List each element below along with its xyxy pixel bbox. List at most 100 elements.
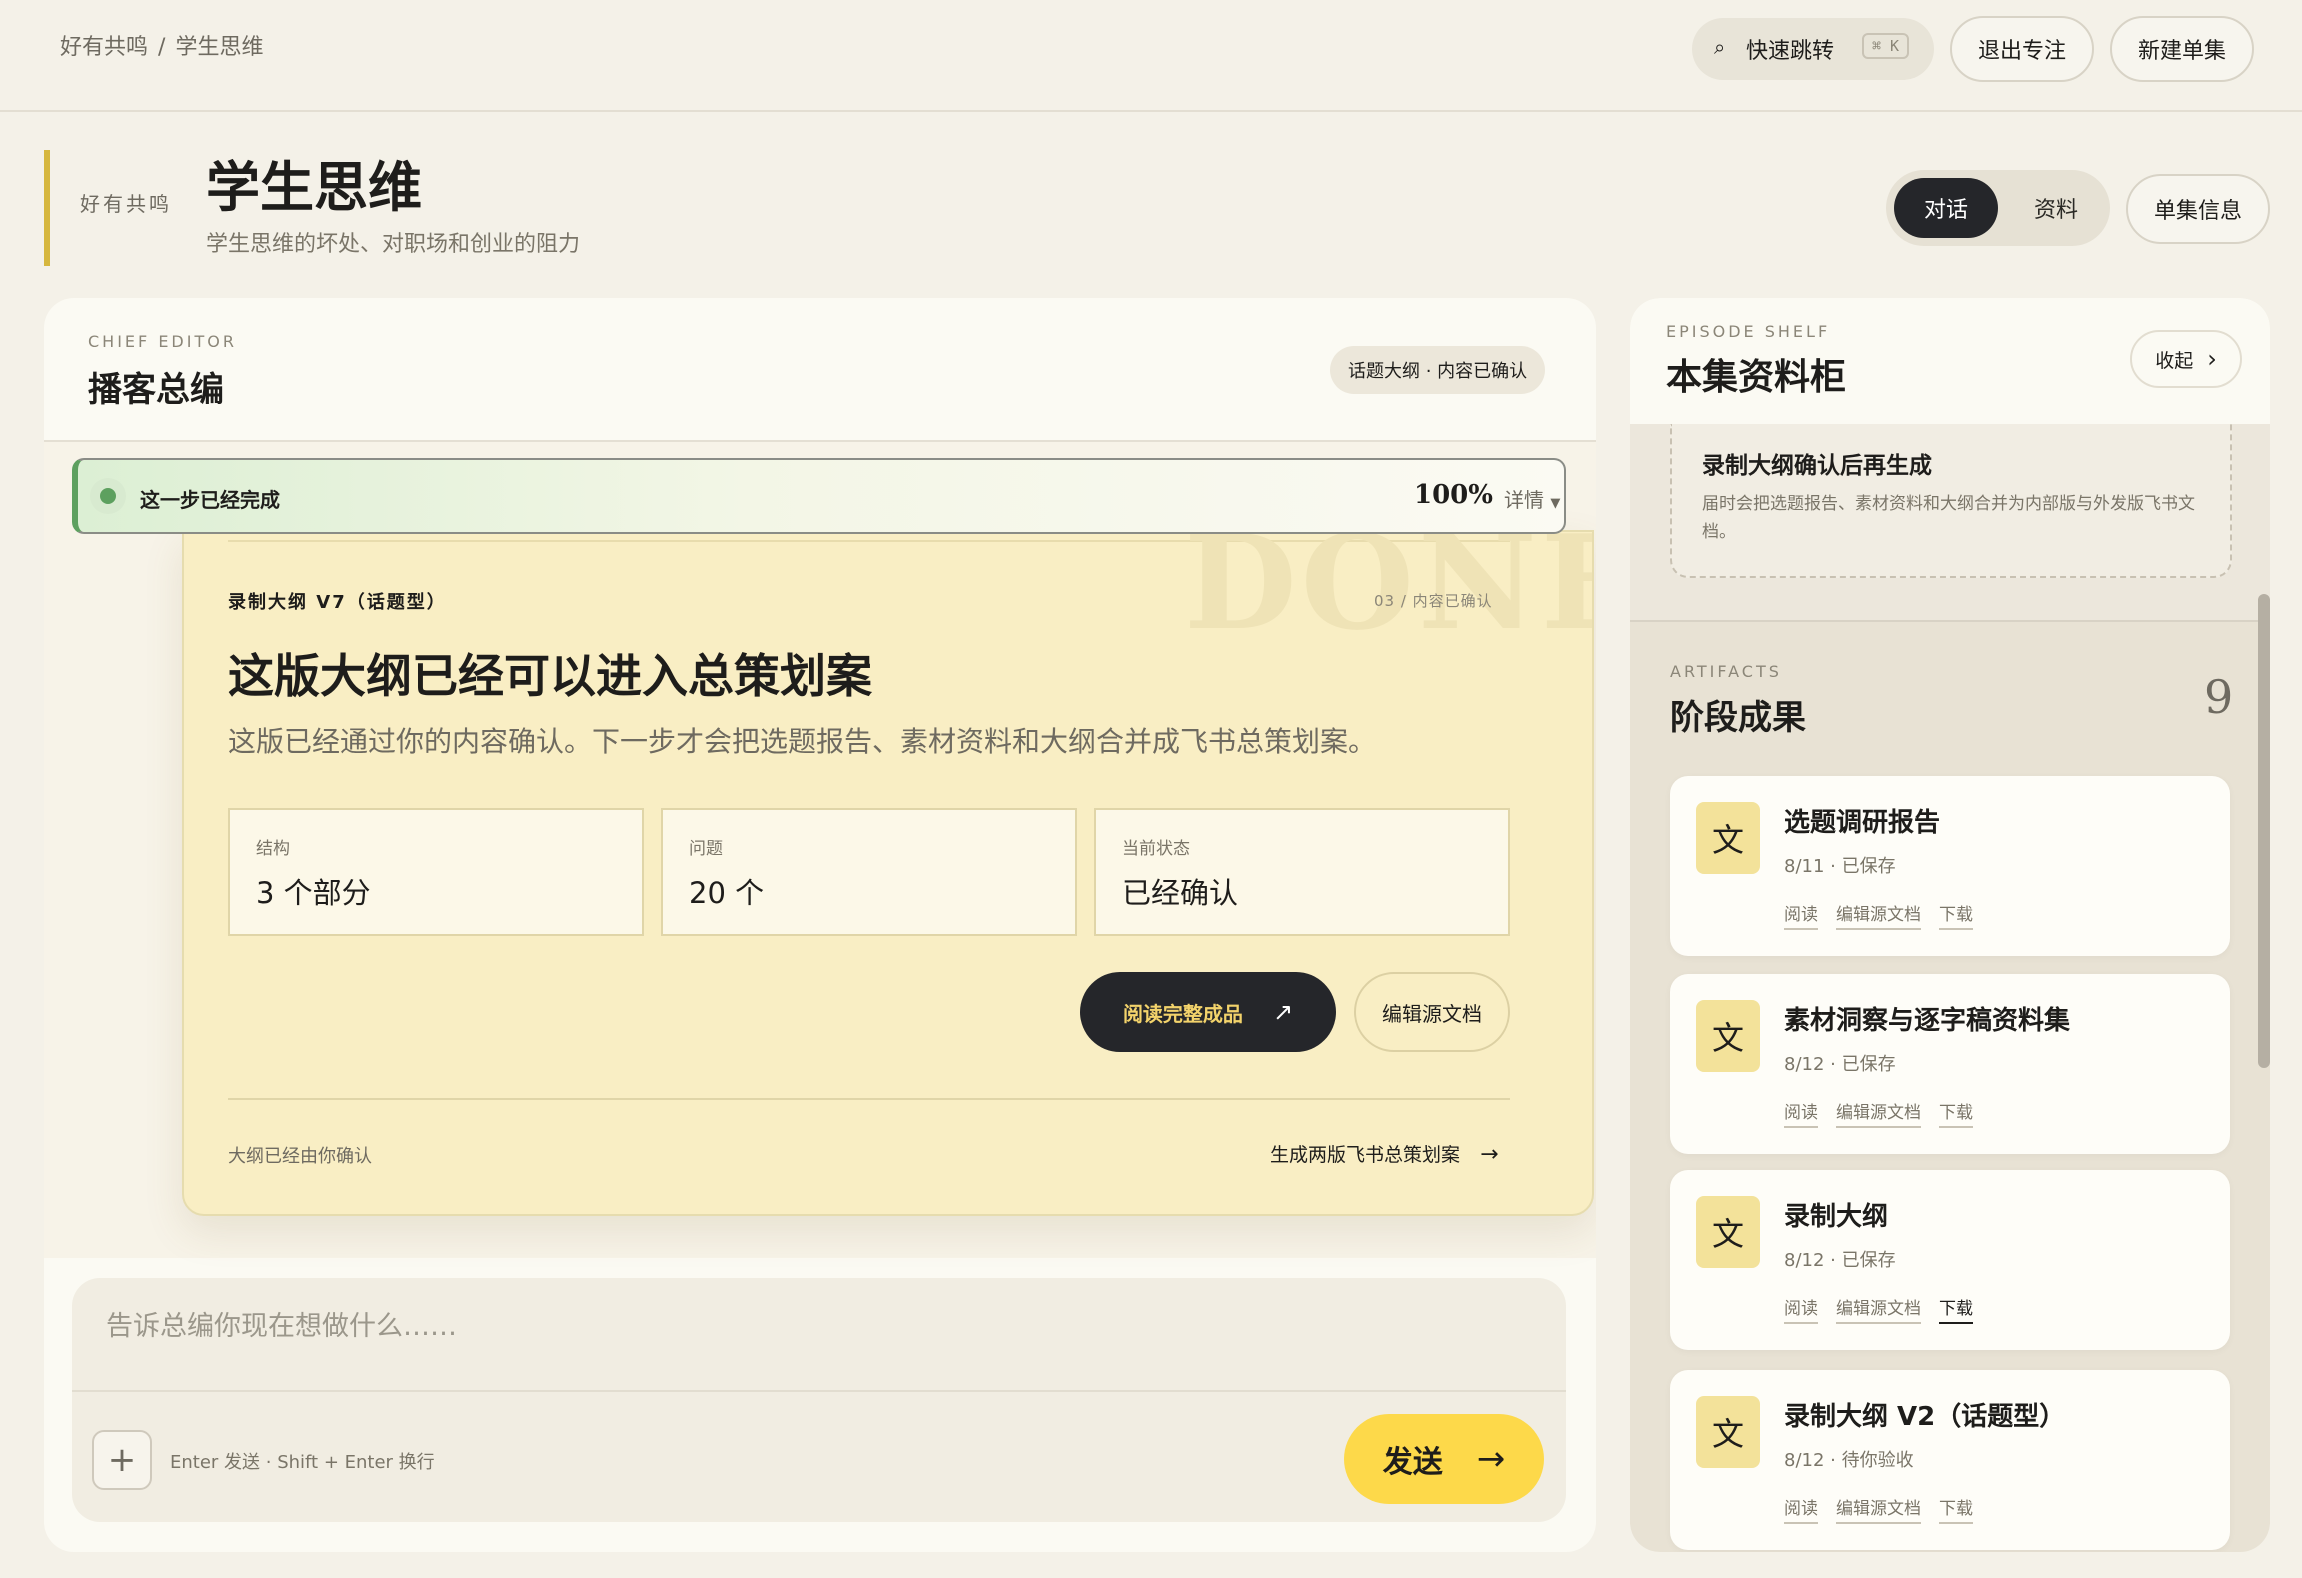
stat-label: 问题 (689, 839, 723, 859)
read-link[interactable]: 阅读 (1784, 900, 1818, 930)
exit-focus-button[interactable]: 退出专注 (1950, 16, 2094, 82)
divider (72, 1390, 1566, 1392)
search-icon: ⌕ (1714, 35, 1726, 59)
edit-source-link[interactable]: 编辑源文档 (1836, 1494, 1921, 1524)
stat-label: 当前状态 (1122, 839, 1190, 859)
artifact-title: 录制大纲 (1784, 1202, 1889, 1232)
card-label: 录制大纲 V7（话题型） (228, 592, 447, 613)
editor-caption: CHIEF EDITOR (88, 332, 237, 351)
page-title: 学生思维 (206, 156, 422, 219)
edit-source-link[interactable]: 编辑源文档 (1836, 1098, 1921, 1128)
artifact-card[interactable]: 文 素材洞察与逐字稿资料集 8/12 · 已保存 阅读 编辑源文档 下载 (1670, 974, 2230, 1154)
show-name: 好有共鸣 (80, 192, 172, 216)
new-episode-button[interactable]: 新建单集 (2110, 16, 2254, 82)
download-link[interactable]: 下载 (1939, 1494, 1973, 1524)
plus-icon: + (107, 1440, 137, 1480)
read-link[interactable]: 阅读 (1784, 1098, 1818, 1128)
artifact-actions: 阅读 编辑源文档 下载 (1784, 1494, 1973, 1524)
details-toggle[interactable]: 详情 ▼ (1504, 484, 1560, 513)
download-link[interactable]: 下载 (1939, 900, 1973, 930)
breadcrumb-parent[interactable]: 好有共鸣 (60, 35, 148, 60)
send-button[interactable]: 发送 → (1344, 1414, 1544, 1504)
episode-info-button[interactable]: 单集信息 (2126, 174, 2270, 244)
stat-questions: 问题 20 个 (661, 808, 1077, 936)
status-dot-icon (100, 488, 116, 504)
artifact-actions: 阅读 编辑源文档 下载 (1784, 1098, 1973, 1128)
artifact-meta: 8/12 · 已保存 (1784, 1250, 1896, 1271)
artifact-card[interactable]: 文 录制大纲 V2（话题型） 8/12 · 待你验收 阅读 编辑源文档 下载 (1670, 1370, 2230, 1550)
progress-text: 这一步已经完成 (140, 488, 280, 512)
add-attachment-button[interactable]: + (92, 1430, 152, 1490)
read-full-label: 阅读完整成品 (1122, 1001, 1243, 1026)
edit-source-button[interactable]: 编辑源文档 (1354, 972, 1510, 1052)
tab-materials[interactable]: 资料 (2008, 178, 2104, 238)
download-link[interactable]: 下载 (1939, 1294, 1973, 1324)
stat-label: 结构 (256, 839, 290, 859)
pending-description: 届时会把选题报告、素材资料和大纲合并为内部版与外发版飞书文档。 (1702, 494, 2195, 542)
view-toggle: 对话 资料 (1886, 170, 2110, 246)
shelf-title: 本集资料柜 (1666, 357, 1847, 398)
stat-value: 3 个部分 (256, 876, 371, 910)
generate-plan-label: 生成两版飞书总策划案 (1270, 1144, 1461, 1166)
document-icon: 文 (1696, 1000, 1760, 1072)
card-meta: 03 / 内容已确认 (1374, 592, 1493, 610)
breadcrumb: 好有共鸣 / 学生思维 (60, 32, 263, 64)
collapse-label: 收起 (2155, 349, 2194, 372)
composer: + Enter 发送 · Shift + Enter 换行 发送 → (72, 1278, 1566, 1522)
episode-shelf-panel: EPISODE SHELF 本集资料柜 收起 › 录制大纲确认后再生成 届时会把… (1630, 298, 2270, 1552)
quick-jump-label: 快速跳转 (1746, 39, 1835, 64)
stat-status: 当前状态 已经确认 (1094, 808, 1510, 936)
artifacts-caption: ARTIFACTS (1670, 662, 1782, 681)
artifact-title: 录制大纲 V2（话题型） (1784, 1402, 2066, 1432)
shortcut-hint: ⌘ K (1862, 33, 1910, 59)
artifact-meta: 8/12 · 已保存 (1784, 1054, 1896, 1075)
read-full-button[interactable]: 阅读完整成品 ↗ (1080, 972, 1336, 1052)
arrow-right-icon: → (1480, 1142, 1499, 1167)
scrollbar[interactable] (2258, 594, 2270, 1068)
details-label: 详情 (1504, 488, 1544, 512)
keyboard-hint: Enter 发送 · Shift + Enter 换行 (170, 1452, 435, 1473)
artifact-card[interactable]: 文 选题调研报告 8/11 · 已保存 阅读 编辑源文档 下载 (1670, 776, 2230, 956)
shelf-header: EPISODE SHELF 本集资料柜 收起 › (1630, 298, 2270, 424)
pending-title: 录制大纲确认后再生成 (1702, 453, 1932, 479)
stat-structure: 结构 3 个部分 (228, 808, 644, 936)
read-link[interactable]: 阅读 (1784, 1494, 1818, 1524)
chevron-right-icon: › (2207, 345, 2217, 373)
step-progress: 这一步已经完成 100% 详情 ▼ (72, 458, 1566, 534)
tab-chat[interactable]: 对话 (1894, 178, 1998, 238)
document-icon: 文 (1696, 1196, 1760, 1268)
download-link[interactable]: 下载 (1939, 1098, 1973, 1128)
artifacts-count: 9 (2204, 670, 2234, 724)
edit-source-link[interactable]: 编辑源文档 (1836, 900, 1921, 930)
artifact-meta: 8/12 · 待你验收 (1784, 1450, 1914, 1471)
stat-value: 已经确认 (1122, 876, 1239, 910)
read-link[interactable]: 阅读 (1784, 1294, 1818, 1324)
collapse-button[interactable]: 收起 › (2130, 330, 2242, 388)
outline-result-card: DONE 录制大纲 V7（话题型） 03 / 内容已确认 这版大纲已经可以进入总… (182, 530, 1594, 1216)
edit-source-link[interactable]: 编辑源文档 (1836, 1294, 1921, 1324)
pending-section: 录制大纲确认后再生成 届时会把选题报告、素材资料和大纲合并为内部版与外发版飞书文… (1630, 424, 2270, 620)
stat-value: 20 个 (689, 876, 765, 910)
artifact-card[interactable]: 文 录制大纲 8/12 · 已保存 阅读 编辑源文档 下载 (1670, 1170, 2230, 1350)
divider (228, 1098, 1510, 1100)
chat-panel: CHIEF EDITOR 播客总编 话题大纲 · 内容已确认 这一步已经完成 1… (44, 298, 1596, 1552)
shelf-caption: EPISODE SHELF (1666, 322, 1831, 341)
top-bar: 好有共鸣 / 学生思维 ⌕ 快速跳转 ⌘ K 退出专注 新建单集 (0, 0, 2302, 112)
breadcrumb-separator: / (158, 35, 166, 60)
message-input[interactable] (106, 1304, 1526, 1364)
artifact-actions: 阅读 编辑源文档 下载 (1784, 1294, 1973, 1324)
confirmed-note: 大纲已经由你确认 (228, 1146, 372, 1167)
pending-placeholder: 录制大纲确认后再生成 届时会把选题报告、素材资料和大纲合并为内部版与外发版飞书文… (1670, 424, 2232, 578)
quick-jump-button[interactable]: ⌕ 快速跳转 ⌘ K (1692, 18, 1934, 80)
card-headline: 这版大纲已经可以进入总策划案 (228, 649, 872, 703)
generate-plan-link[interactable]: 生成两版飞书总策划案 → (1270, 1140, 1499, 1167)
card-description: 这版已经通过你的内容确认。下一步才会把选题报告、素材资料和大纲合并成飞书总策划案… (228, 725, 1377, 758)
artifact-actions: 阅读 编辑源文档 下载 (1784, 900, 1973, 930)
arrow-up-right-icon: ↗ (1272, 998, 1294, 1026)
divider (1630, 620, 2270, 622)
document-icon: 文 (1696, 1396, 1760, 1468)
arrow-right-icon: → (1476, 1439, 1506, 1479)
page-subtitle: 学生思维的坏处、对职场和创业的阻力 (206, 232, 581, 257)
artifacts-title: 阶段成果 (1670, 698, 1806, 738)
artifact-meta: 8/11 · 已保存 (1784, 856, 1896, 877)
